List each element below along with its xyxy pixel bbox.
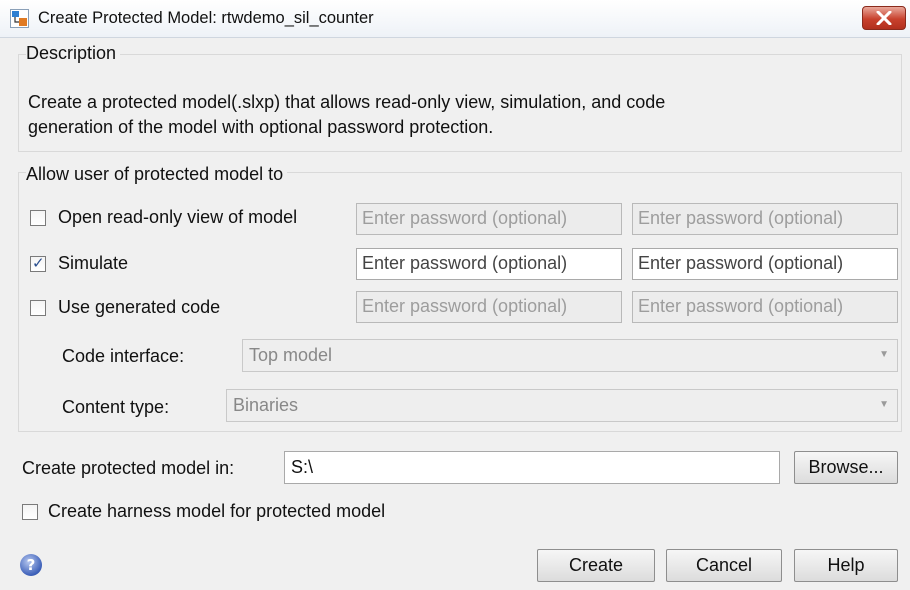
title-bar: Create Protected Model: rtwdemo_sil_coun… <box>0 0 910 38</box>
close-button[interactable] <box>862 6 906 30</box>
allow-legend: Allow user of protected model to <box>26 164 288 185</box>
create-button[interactable]: Create <box>537 549 655 582</box>
chevron-down-icon: ▼ <box>879 399 889 410</box>
browse-button[interactable]: Browse... <box>794 451 898 484</box>
chevron-down-icon: ▼ <box>879 349 889 360</box>
generated-code-label: Use generated code <box>58 297 221 317</box>
content-type-label: Content type: <box>62 397 170 417</box>
content-type-dropdown[interactable]: Binaries ▼ <box>226 389 898 422</box>
window-title: Create Protected Model: rtwdemo_sil_coun… <box>38 9 374 27</box>
readonly-view-checkbox[interactable] <box>30 210 46 226</box>
harness-checkbox[interactable] <box>22 504 38 520</box>
code-interface-dropdown[interactable]: Top model ▼ <box>242 339 898 372</box>
generated-code-checkbox[interactable] <box>30 300 46 316</box>
simulate-password-field[interactable]: Enter password (optional) <box>356 248 622 280</box>
code-password-field[interactable]: Enter password (optional) <box>356 291 622 323</box>
simulate-label: Simulate <box>58 253 129 273</box>
readonly-password-field[interactable]: Enter password (optional) <box>356 203 622 235</box>
readonly-view-label: Open read-only view of model <box>58 207 298 227</box>
help-button[interactable]: Help <box>794 549 898 582</box>
harness-label: Create harness model for protected model <box>48 501 386 521</box>
description-legend: Description <box>26 43 121 64</box>
code-interface-label: Code interface: <box>62 346 185 366</box>
description-line-2: generation of the model with optional pa… <box>28 117 494 137</box>
help-icon[interactable]: ? <box>20 554 42 576</box>
simulate-confirm-password-field[interactable]: Enter password (optional) <box>632 248 898 280</box>
code-interface-value: Top model <box>249 345 333 365</box>
cancel-button[interactable]: Cancel <box>666 549 782 582</box>
close-icon <box>876 11 892 25</box>
simulate-checkbox[interactable] <box>30 254 46 272</box>
readonly-confirm-password-field[interactable]: Enter password (optional) <box>632 203 898 235</box>
content-type-value: Binaries <box>233 395 299 415</box>
description-line-1: Create a protected model(.slxp) that all… <box>28 92 666 112</box>
location-label: Create protected model in: <box>22 458 235 478</box>
simulink-model-icon <box>10 9 29 28</box>
code-confirm-password-field[interactable]: Enter password (optional) <box>632 291 898 323</box>
location-input[interactable]: S:\ <box>284 451 780 484</box>
